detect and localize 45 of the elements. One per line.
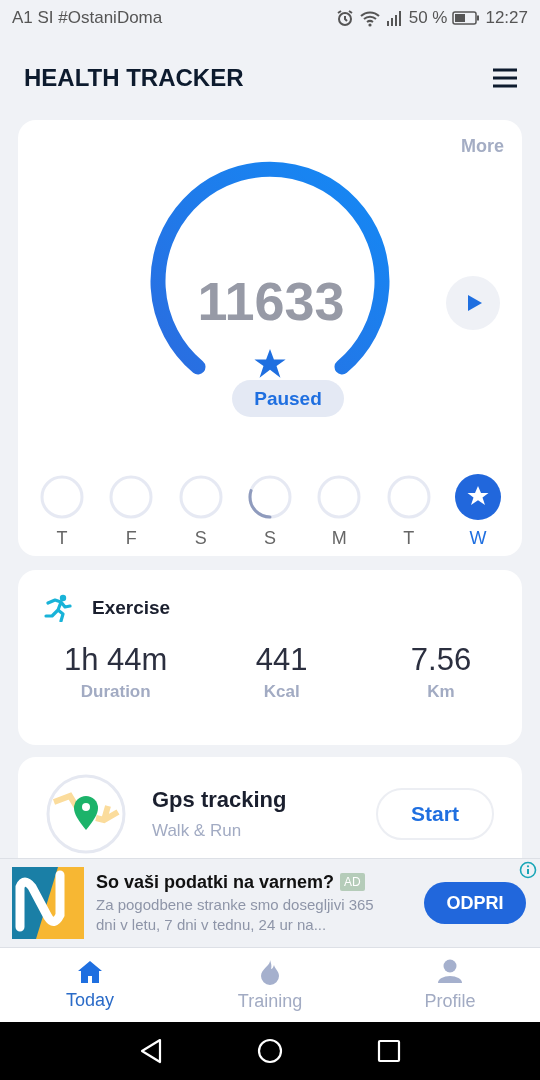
ad-title: So vaši podatki na varnem? [96, 871, 335, 893]
day-label: S [194, 528, 207, 549]
exercise-title: Exercise [92, 597, 171, 619]
start-button[interactable]: Start [376, 787, 494, 840]
day-label: W [469, 528, 487, 549]
day-label: S [263, 528, 276, 549]
home-icon [77, 959, 103, 984]
day-label: F [125, 528, 137, 549]
person-icon [437, 958, 463, 985]
day-progress-ring[interactable] [247, 474, 293, 520]
day-star-badge[interactable] [454, 474, 501, 520]
info-icon[interactable] [519, 861, 537, 879]
alarm-icon [335, 9, 354, 27]
wifi-icon [358, 9, 381, 27]
carrier-text: A1 SI #OstaniDoma [12, 8, 163, 28]
day-label: M [331, 528, 347, 549]
ad-text: Za pogodbene stranke smo dosegljivi 365 dni v letu, 7 dni v tednu, 24 ur na... [96, 894, 375, 935]
ad-badge: AD [340, 873, 365, 891]
day-label: T [403, 528, 415, 549]
stat-label: Kcal [263, 682, 300, 702]
step-count: 11633 [196, 270, 346, 332]
stat-value: 441 [255, 642, 308, 678]
home-circle-icon[interactable] [257, 1038, 283, 1064]
day-label: T [56, 528, 68, 549]
runner-icon [44, 594, 74, 622]
stat-label: Duration [80, 682, 151, 702]
paused-badge: Paused [232, 380, 344, 417]
play-icon [467, 294, 483, 312]
back-icon[interactable] [139, 1038, 163, 1064]
star-icon [254, 349, 286, 379]
app-title: HEALTH TRACKER [24, 64, 244, 92]
stat-value: 1h 44m [64, 642, 168, 678]
menu-icon[interactable] [492, 68, 518, 88]
clock-text: 12:27 [485, 8, 528, 28]
map-pin-icon [46, 773, 126, 854]
gps-title: Gps tracking [152, 786, 288, 813]
ad-logo [12, 867, 84, 939]
battery-icon [452, 11, 481, 25]
gps-subtitle: Walk & Run [152, 820, 243, 841]
recents-icon[interactable] [377, 1039, 401, 1063]
open-button[interactable]: ODPRI [424, 882, 526, 924]
stat-label: Km [427, 682, 455, 702]
stat-value: 7.56 [410, 642, 472, 678]
battery-text: 50 % [408, 8, 448, 28]
signal-icon [385, 10, 404, 26]
